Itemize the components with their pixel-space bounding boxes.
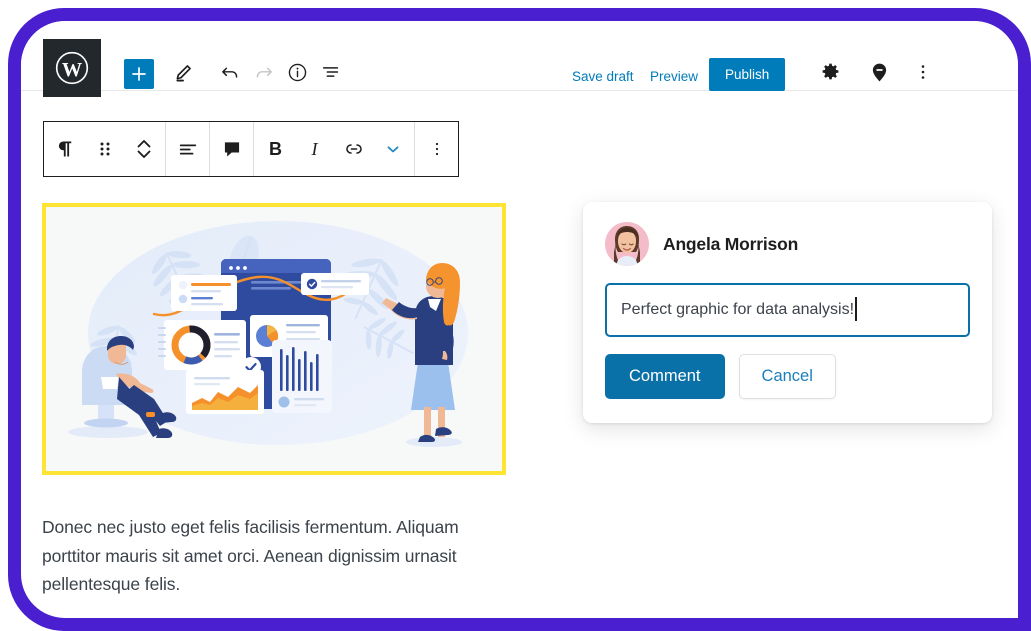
block-toolbar-group-options (415, 122, 458, 176)
add-block-button[interactable] (124, 59, 154, 89)
featured-image-block[interactable] (42, 203, 506, 475)
card-stat-top-left (171, 275, 237, 311)
comment-actions: Comment Cancel (605, 354, 970, 399)
more-formatting-chevron-icon[interactable] (373, 122, 412, 176)
block-toolbar-group-block (44, 122, 166, 176)
submit-comment-button[interactable]: Comment (605, 354, 725, 399)
kebab-menu-icon[interactable] (908, 57, 938, 87)
redo-icon (249, 57, 279, 87)
undo-icon[interactable] (215, 57, 245, 87)
avatar (605, 222, 649, 266)
add-comment-icon[interactable] (212, 122, 251, 176)
move-up-down-icon[interactable] (124, 122, 163, 176)
editor-top-bar: W Save draft Preview Publish (21, 21, 1018, 97)
card-donut-chart (158, 320, 246, 370)
align-text-icon[interactable] (168, 122, 207, 176)
edit-pencil-icon[interactable] (168, 57, 198, 87)
block-toolbar-group-format: B I (254, 122, 415, 176)
comment-input[interactable] (605, 283, 970, 337)
link-button[interactable] (334, 122, 373, 176)
drag-handle-icon[interactable] (85, 122, 124, 176)
text-caret (855, 297, 857, 321)
publish-button[interactable]: Publish (709, 58, 786, 91)
card-area-chart (186, 370, 264, 414)
card-bar-chart (272, 340, 332, 413)
editor-window: W Save draft Preview Publish B I Donec n… (21, 21, 1018, 618)
cancel-comment-button[interactable]: Cancel (738, 354, 836, 399)
card-verified-top-right (301, 273, 369, 295)
block-toolbar: B I (43, 121, 459, 177)
svg-text:W: W (62, 59, 82, 81)
block-toolbar-group-align (166, 122, 210, 176)
info-icon[interactable] (282, 57, 312, 87)
save-draft-button[interactable]: Save draft (572, 69, 634, 84)
gear-icon[interactable] (815, 57, 845, 87)
purple-window-frame: W Save draft Preview Publish B I Donec n… (8, 8, 1031, 631)
comment-popover: Angela Morrison Comment Cancel (583, 202, 992, 423)
block-toolbar-group-comment (210, 122, 254, 176)
bold-button[interactable]: B (256, 122, 295, 176)
preview-button[interactable]: Preview (650, 69, 698, 84)
comment-input-wrapper (605, 283, 970, 354)
comment-author-row: Angela Morrison (605, 222, 970, 266)
paragraph-block[interactable]: Donec nec justo eget felis facilisis fer… (42, 513, 502, 599)
wordpress-logo-icon[interactable]: W (43, 39, 101, 97)
list-view-icon[interactable] (316, 57, 346, 87)
paragraph-block-type-icon[interactable] (46, 122, 85, 176)
data-analysis-illustration (46, 207, 502, 471)
comment-author-name: Angela Morrison (663, 233, 799, 254)
jetpack-icon[interactable] (864, 57, 894, 87)
block-options-kebab-icon[interactable] (417, 122, 456, 176)
italic-button[interactable]: I (295, 122, 334, 176)
